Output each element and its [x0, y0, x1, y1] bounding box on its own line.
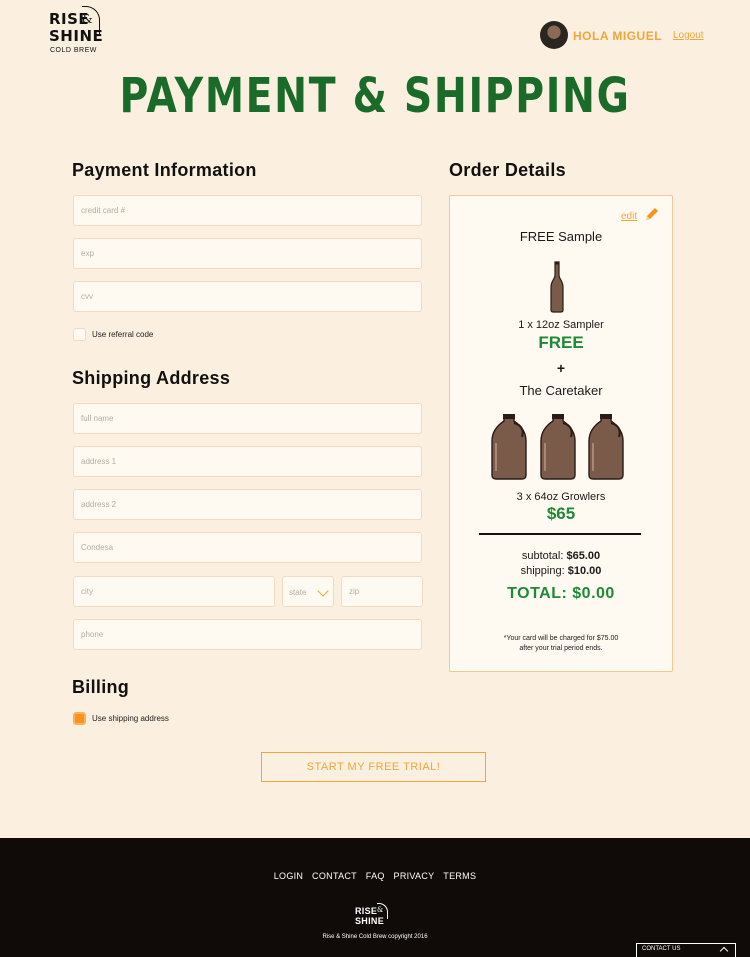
subtotal-row: subtotal: $65.00 — [449, 550, 673, 562]
shipping-value: $10.00 — [567, 565, 602, 577]
footer-link-contact[interactable]: CONTACT — [312, 871, 357, 881]
billing-heading: Billing — [72, 677, 130, 697]
logo-subtitle: COLD BREW — [50, 47, 97, 54]
footer-link-faq[interactable]: FAQ — [366, 871, 385, 881]
page-title: PAYMENT & SHIPPING — [119, 68, 631, 124]
chevron-down-icon — [317, 585, 329, 597]
contact-us-tab[interactable]: CONTACT US — [636, 943, 736, 957]
referral-label: Use referral code — [92, 330, 154, 339]
footer-logo-rise: RISE — [355, 906, 378, 916]
shipping-label: shipping: — [520, 565, 565, 577]
bottle-icon — [550, 261, 564, 313]
charge-note-line1: *Your card will be charged for $75.00 — [503, 635, 619, 642]
full-name-input[interactable] — [73, 403, 422, 434]
plus-sign: + — [556, 360, 566, 376]
sample-price: FREE — [538, 333, 584, 352]
address1-input[interactable] — [73, 446, 422, 477]
order-heading: Order Details — [449, 160, 566, 180]
logo-shine: SHINE — [49, 27, 104, 45]
charge-note: *Your card will be charged for $75.00 af… — [449, 634, 673, 654]
footer-link-terms[interactable]: TERMS — [443, 871, 476, 881]
city-input[interactable] — [73, 576, 275, 607]
use-shipping-address-checkbox[interactable] — [73, 712, 86, 725]
footer-link-privacy[interactable]: PRIVACY — [394, 871, 435, 881]
shipping-row: shipping: $10.00 — [449, 565, 673, 577]
state-select[interactable]: state — [282, 576, 334, 607]
charge-note-line2: after your trial period ends. — [519, 645, 603, 652]
footer-logo[interactable]: RISE & SHINE — [355, 903, 395, 930]
chevron-up-icon — [719, 946, 729, 956]
sample-title: FREE Sample — [519, 229, 603, 244]
contact-us-label: CONTACT US — [642, 946, 681, 952]
total-value: $0.00 — [572, 585, 615, 602]
use-shipping-address-label: Use shipping address — [92, 714, 169, 723]
sample-quantity: 1 x 12oz Sampler — [518, 319, 604, 331]
copyright: Rise & Shine Cold Brew copyright 2016 — [322, 934, 428, 940]
cvv-input[interactable] — [73, 281, 422, 312]
credit-card-input[interactable] — [73, 195, 422, 226]
phone-input[interactable] — [73, 619, 422, 650]
total-row: TOTAL: $0.00 — [449, 585, 673, 603]
growler-icon — [491, 414, 527, 480]
subtotal-label: subtotal: — [521, 550, 564, 562]
avatar[interactable] — [540, 21, 568, 49]
total-label: TOTAL: — [507, 585, 568, 602]
growler-icon — [588, 414, 624, 480]
pencil-icon[interactable] — [644, 206, 660, 222]
footer: LOGIN CONTACT FAQ PRIVACY TERMS RISE & S… — [0, 838, 750, 957]
user-greeting: HOLA MIGUEL — [573, 29, 663, 43]
edit-order-link[interactable]: edit — [621, 211, 637, 222]
brand-logo[interactable]: RISE & SHINE COLD BREW — [49, 6, 104, 58]
zip-input[interactable] — [341, 576, 423, 607]
plan-price: $65 — [546, 504, 576, 523]
footer-link-login[interactable]: LOGIN — [274, 871, 304, 881]
address2-input[interactable] — [73, 489, 422, 520]
referral-checkbox[interactable] — [73, 328, 86, 341]
payment-heading: Payment Information — [72, 160, 257, 180]
logout-link[interactable]: Logout — [673, 30, 704, 41]
state-select-label: state — [289, 588, 307, 597]
start-free-trial-button[interactable]: START MY FREE TRIAL! — [261, 752, 486, 782]
plan-title: The Caretaker — [519, 383, 603, 398]
divider — [479, 533, 641, 535]
shipping-heading: Shipping Address — [72, 368, 231, 388]
subtotal-value: $65.00 — [566, 550, 601, 562]
footer-logo-shine: SHINE — [355, 916, 385, 926]
growler-icon — [540, 414, 576, 480]
exp-input[interactable] — [73, 238, 422, 269]
footer-links: LOGIN CONTACT FAQ PRIVACY TERMS — [0, 871, 750, 881]
plan-quantity: 3 x 64oz Growlers — [516, 491, 606, 503]
neighborhood-input[interactable] — [73, 532, 422, 563]
